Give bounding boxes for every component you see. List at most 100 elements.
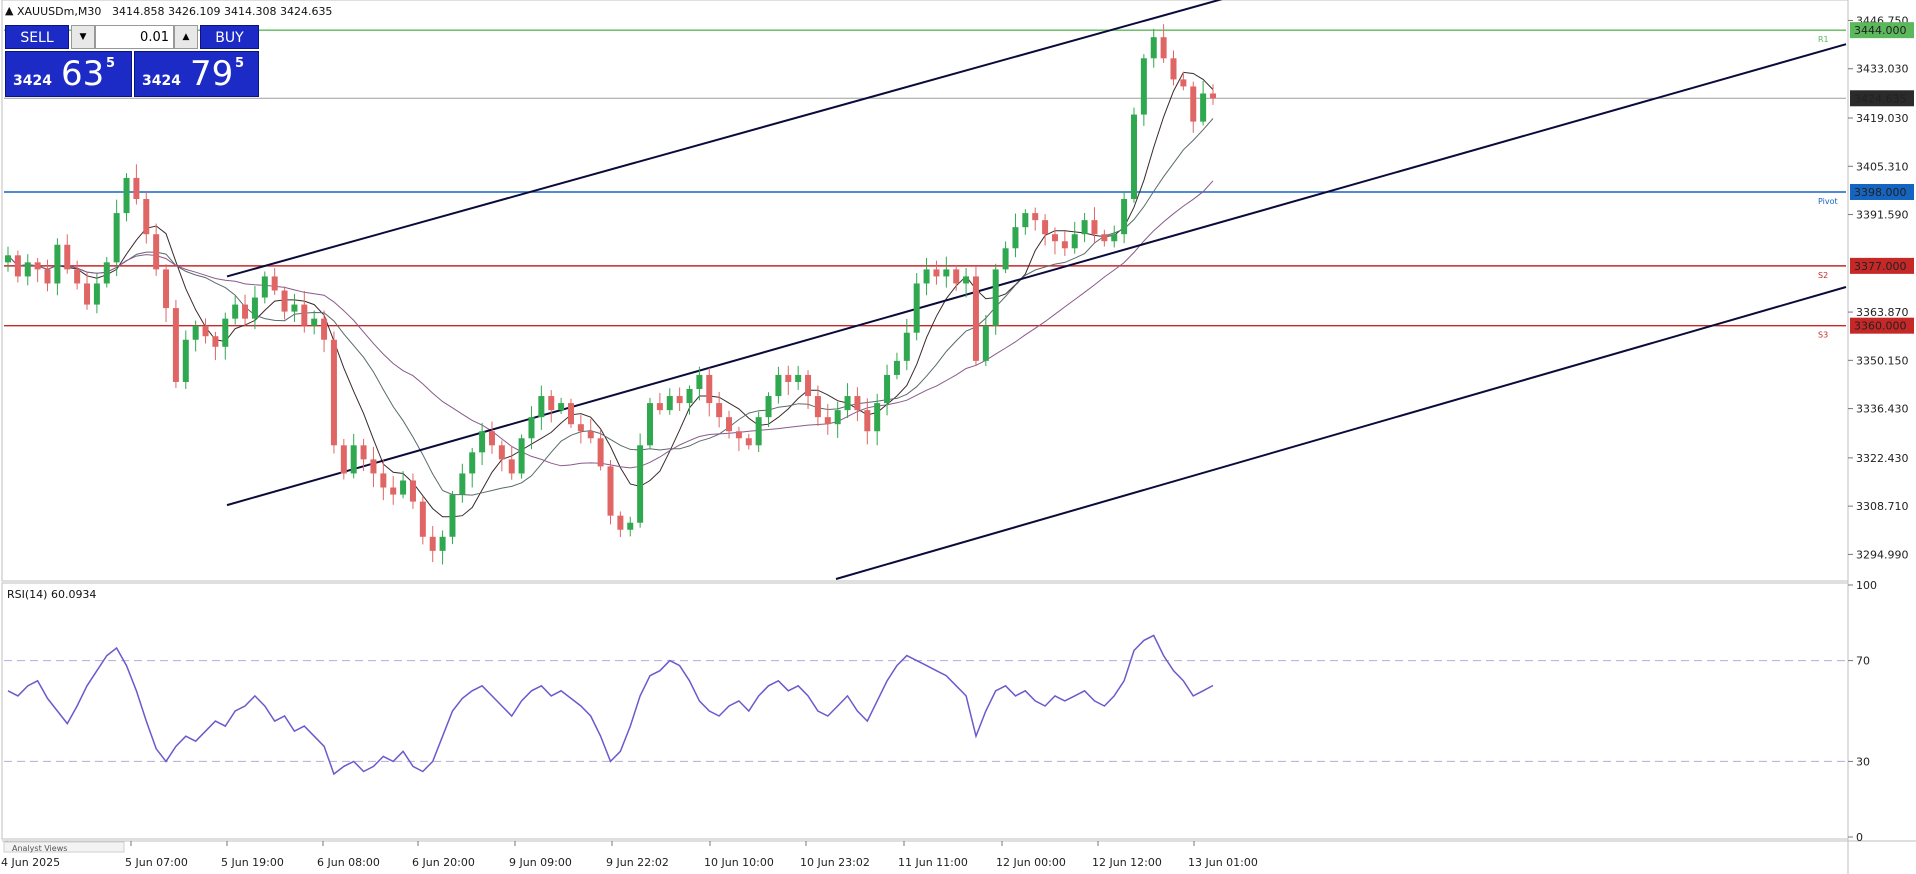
candle-body — [637, 445, 644, 523]
candle-body — [538, 396, 545, 418]
candle-body — [963, 276, 970, 284]
time-tick-label: 5 Jun 19:00 — [221, 856, 284, 869]
candle-body — [696, 374, 703, 390]
candle-body — [84, 283, 91, 305]
candle-body — [992, 269, 999, 326]
candle-body — [656, 403, 663, 411]
symbol-label: XAUUSDm,M30 — [17, 5, 101, 18]
sell-button[interactable]: SELL — [5, 25, 69, 49]
sell-price-display[interactable]: 3424 63 5 — [5, 51, 132, 97]
candle-body — [1190, 86, 1197, 122]
candle-body — [765, 396, 772, 418]
candle-body — [281, 290, 288, 312]
volume-increase-button[interactable]: ▲ — [174, 25, 198, 49]
candle-body — [775, 374, 782, 397]
buy-price-fraction: 5 — [235, 56, 245, 71]
price-tick-label: 3363.870 — [1856, 306, 1909, 319]
candle-body — [1032, 213, 1039, 221]
candle-body — [735, 431, 742, 439]
candle-body — [1012, 227, 1019, 249]
time-tick-label: 12 Jun 12:00 — [1092, 856, 1162, 869]
price-tick-label: 3350.150 — [1856, 354, 1909, 367]
candle-body — [1210, 93, 1216, 99]
candle-body — [301, 304, 308, 326]
candle-body — [1042, 220, 1049, 235]
candle-body — [972, 276, 979, 361]
time-tick-label: 9 Jun 22:02 — [606, 856, 669, 869]
candle-body — [1140, 58, 1147, 115]
time-tick-label: 5 Jun 07:00 — [125, 856, 188, 869]
candle-body — [1180, 79, 1187, 87]
candle-body — [498, 445, 505, 460]
rsi-tick-label: 30 — [1856, 755, 1870, 768]
candle-body — [1081, 220, 1088, 235]
candle-body — [5, 255, 11, 263]
candle-body — [587, 431, 594, 439]
candle-body — [1200, 93, 1207, 122]
candle-body — [1150, 37, 1157, 59]
candle-body — [93, 283, 100, 305]
candle-body — [508, 459, 515, 474]
candle-body — [370, 459, 377, 474]
candle-body — [647, 403, 654, 446]
candle-body — [567, 403, 574, 425]
candle-body — [232, 304, 239, 319]
chevron-up-icon: ▲ — [182, 32, 190, 42]
candle-body — [874, 403, 881, 432]
candle-body — [1170, 58, 1177, 80]
candle-body — [261, 276, 268, 298]
buy-button[interactable]: BUY — [200, 25, 259, 49]
chevron-down-icon: ▼ — [79, 32, 87, 42]
candle-body — [844, 396, 851, 411]
candle-body — [74, 269, 81, 284]
sell-price-fraction: 5 — [106, 56, 116, 71]
current-price-label: 3424.635 — [1854, 92, 1907, 105]
candle-body — [202, 325, 209, 337]
candle-body — [528, 417, 535, 439]
buy-price-main: 3424 — [142, 73, 181, 89]
volume-decrease-button[interactable]: ▼ — [71, 25, 95, 49]
candle-body — [321, 318, 328, 340]
candle-body — [54, 244, 61, 284]
candle-body — [113, 213, 120, 263]
candle-body — [400, 480, 407, 495]
candle-body — [439, 536, 446, 551]
candle-body — [716, 403, 723, 418]
analyst-views-label: Analyst Views — [12, 844, 67, 853]
time-tick-label: 11 Jun 11:00 — [898, 856, 968, 869]
candle-body — [824, 417, 831, 425]
buy-price-display[interactable]: 3424 79 5 — [134, 51, 259, 97]
candle-body — [429, 536, 436, 551]
candle-body — [242, 304, 249, 319]
candle-body — [459, 473, 466, 495]
price-tick-label: 3294.990 — [1856, 548, 1909, 561]
price-tick-label: 3336.430 — [1856, 403, 1909, 416]
volume-input[interactable] — [95, 25, 174, 49]
candle-body — [222, 318, 229, 347]
candle-body — [884, 374, 891, 404]
candle-body — [1051, 234, 1058, 242]
candle-body — [1071, 234, 1078, 249]
candle-body — [311, 318, 318, 326]
candle-body — [577, 424, 584, 432]
sell-price-main: 3424 — [13, 73, 52, 89]
candle-body — [271, 276, 278, 291]
candle-body — [805, 374, 812, 397]
candle-body — [785, 374, 792, 382]
candle-body — [251, 297, 258, 319]
candle-body — [953, 269, 960, 284]
time-tick-label: 6 Jun 08:00 — [317, 856, 380, 869]
candle-body — [64, 244, 71, 270]
candle-body — [1111, 234, 1118, 242]
candle-body — [893, 360, 900, 375]
one-click-trading-panel: SELL ▼ ▲ BUY 3424 63 5 3424 79 5 — [5, 25, 259, 97]
candle-body — [163, 269, 170, 309]
candle-body — [330, 339, 337, 446]
candle-body — [1160, 37, 1167, 59]
candle-body — [923, 269, 930, 284]
candle-body — [380, 473, 387, 488]
candle-body — [172, 308, 179, 382]
candle-body — [617, 515, 624, 530]
candle-body — [449, 494, 456, 537]
candle-body — [834, 410, 841, 425]
